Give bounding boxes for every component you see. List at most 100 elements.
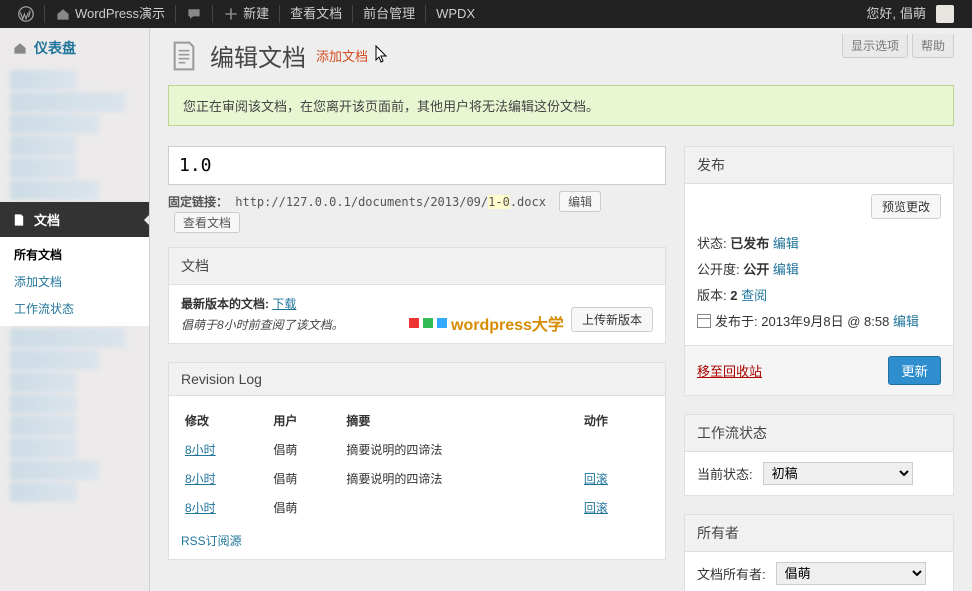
comments[interactable]: [176, 6, 212, 22]
site-name[interactable]: WordPress演示: [45, 0, 175, 28]
cursor-icon: [374, 44, 390, 64]
username: 倡萌: [900, 0, 926, 28]
table-row: 8小时 倡萌 回滚: [181, 493, 653, 522]
latest-version-label: 最新版本的文档:: [181, 297, 269, 311]
permalink-label: 固定链接：: [168, 195, 228, 209]
update-button[interactable]: 更新: [888, 356, 941, 385]
watermark-text: wordpress大学: [451, 311, 564, 335]
lock-notice: 您正在审阅该文档，在您离开该页面前，其他用户将无法编辑这份文档。: [168, 85, 954, 126]
download-link[interactable]: 下载: [272, 297, 296, 311]
sidebar-docs-group[interactable]: 文档: [0, 202, 149, 237]
permalink-slug[interactable]: 1-0: [488, 195, 510, 209]
document-icon: [12, 213, 26, 227]
workflow-select[interactable]: 初稿: [763, 462, 913, 485]
greeting-text: 您好,: [866, 0, 896, 28]
sidebar-item[interactable]: [10, 416, 77, 436]
frontend-nav[interactable]: 前台管理: [353, 0, 425, 28]
sidebar-all-docs[interactable]: 所有文档: [0, 241, 149, 268]
workflow-box: 工作流状态 当前状态: 初稿: [684, 414, 954, 496]
sidebar-item[interactable]: [10, 460, 99, 480]
revision-time-link[interactable]: 8小时: [185, 472, 216, 486]
revision-action: [580, 435, 653, 464]
sidebar-item[interactable]: [10, 70, 77, 90]
owner-select[interactable]: 倡萌: [776, 562, 926, 585]
plus-icon: [223, 6, 239, 22]
permalink-base: http://127.0.0.1/documents/2013/09/: [235, 195, 488, 209]
publish-box: 发布 预览更改 状态: 已发布 编辑 公开度: 公开 编辑 版本: 2 查阅 发…: [684, 146, 954, 396]
page-title: 编辑文档: [210, 38, 306, 73]
site-name-label: WordPress演示: [75, 0, 165, 28]
revision-log-heading: Revision Log: [169, 363, 665, 396]
sidebar-item[interactable]: [10, 158, 77, 178]
revision-time-link[interactable]: 8小时: [185, 501, 216, 515]
rollback-link[interactable]: 回滚: [584, 501, 608, 515]
sidebar-item[interactable]: [10, 438, 77, 458]
sidebar-item[interactable]: [10, 92, 126, 112]
document-icon: [168, 40, 200, 72]
document-box-heading: 文档: [169, 248, 665, 285]
visibility-label: 公开度:: [697, 262, 740, 277]
preview-button[interactable]: 预览更改: [871, 194, 941, 219]
sidebar-add-doc[interactable]: 添加文档: [0, 268, 149, 295]
table-row: 8小时 倡萌 摘要说明的四谛法: [181, 435, 653, 464]
revision-user: 倡萌: [269, 435, 342, 464]
new-label: 新建: [243, 0, 269, 28]
rss-feed-link[interactable]: RSS订阅源: [181, 534, 242, 548]
sidebar-item[interactable]: [10, 394, 77, 414]
owner-heading: 所有者: [685, 515, 953, 552]
sidebar-item[interactable]: [10, 180, 99, 200]
col-mod: 修改: [181, 406, 269, 435]
revision-user: 倡萌: [269, 493, 342, 522]
col-user: 用户: [269, 406, 342, 435]
col-actions: 动作: [580, 406, 653, 435]
col-summary: 摘要: [342, 406, 579, 435]
sidebar-item[interactable]: [10, 350, 99, 370]
edit-visibility-link[interactable]: 编辑: [773, 262, 799, 277]
comment-icon: [186, 6, 202, 22]
view-versions-link[interactable]: 查阅: [741, 288, 767, 303]
logo-icon: [437, 318, 447, 328]
add-new-doc-link[interactable]: 添加文档: [316, 46, 368, 65]
sidebar-item[interactable]: [10, 114, 99, 134]
edit-date-link[interactable]: 编辑: [893, 314, 919, 329]
user-greeting[interactable]: 您好, 倡萌: [856, 0, 964, 28]
new-content[interactable]: 新建: [213, 0, 279, 28]
view-doc-button[interactable]: 查看文档: [174, 212, 240, 233]
trash-link[interactable]: 移至回收站: [697, 361, 762, 380]
sidebar-item[interactable]: [10, 328, 126, 348]
avatar-icon: [936, 5, 954, 23]
workflow-label: 当前状态:: [697, 464, 753, 483]
revision-summary: 摘要说明的四谛法: [342, 464, 579, 493]
admin-bar: WordPress演示 新建 查看文档 前台管理 WPDX 您好, 倡萌: [0, 0, 972, 28]
revision-time-link[interactable]: 8小时: [185, 443, 216, 457]
sidebar-item[interactable]: [10, 136, 77, 156]
pubdate-label: 发布于:: [715, 314, 758, 329]
admin-sidebar: 仪表盘 文档 所有文档 添加文档 工作流状态: [0, 28, 150, 591]
visibility-value: 公开: [743, 262, 769, 277]
doc-title-input[interactable]: [168, 146, 666, 185]
view-doc-nav[interactable]: 查看文档: [280, 0, 352, 28]
workflow-heading: 工作流状态: [685, 415, 953, 452]
version-label: 版本:: [697, 288, 727, 303]
edit-status-link[interactable]: 编辑: [773, 236, 799, 251]
rollback-link[interactable]: 回滚: [584, 472, 608, 486]
wordpress-icon: [18, 6, 34, 22]
watermark: wordpress大学: [409, 311, 564, 335]
sidebar-dashboard[interactable]: 仪表盘: [0, 28, 149, 68]
status-label: 状态:: [697, 236, 727, 251]
pubdate-value: 2013年9月8日 @ 8:58: [761, 314, 889, 329]
revision-summary: [342, 493, 579, 522]
sidebar-workflow[interactable]: 工作流状态: [0, 295, 149, 322]
docs-group-label: 文档: [34, 210, 60, 229]
edit-slug-button[interactable]: 编辑: [559, 191, 601, 212]
publish-heading: 发布: [685, 147, 953, 184]
wp-logo[interactable]: [8, 6, 44, 22]
upload-new-version-button[interactable]: 上传新版本: [571, 307, 653, 332]
sidebar-item[interactable]: [10, 482, 77, 502]
wpdx-nav[interactable]: WPDX: [426, 0, 485, 28]
revision-table: 修改 用户 摘要 动作 8小时 倡萌 摘要说明的四谛法: [181, 406, 653, 522]
version-value: 2: [730, 288, 737, 303]
sidebar-item[interactable]: [10, 372, 77, 392]
calendar-icon: [697, 314, 711, 328]
revision-user: 倡萌: [269, 464, 342, 493]
